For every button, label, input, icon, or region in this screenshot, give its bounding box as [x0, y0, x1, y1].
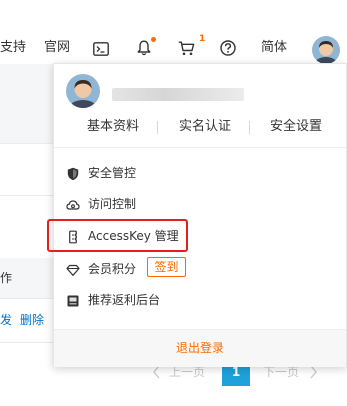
accesskey-highlight-box [47, 219, 188, 252]
profile-link[interactable]: 基本资料 [87, 119, 139, 135]
user-avatar[interactable] [312, 36, 340, 64]
menu-item-member-points[interactable]: 会员积分 [54, 257, 346, 281]
nav-support-link[interactable]: 支持 [0, 40, 26, 56]
divider [0, 342, 55, 343]
user-account-dropdown: 基本资料 实名认证 安全设置 安全管控 访问控制 AccessKey 管理 会员… [53, 63, 347, 367]
terminal-icon[interactable] [93, 41, 109, 60]
menu-item-access-control[interactable]: 访问控制 [54, 192, 346, 216]
divider [0, 298, 55, 299]
menu-label: 安全管控 [88, 166, 137, 180]
notification-dot [151, 37, 156, 42]
diamond-icon [66, 262, 80, 276]
cart-icon[interactable] [178, 41, 195, 60]
username-blurred [112, 88, 244, 101]
link-separator [157, 121, 158, 134]
divider [0, 143, 55, 144]
dropdown-avatar [66, 74, 100, 108]
reward-icon [66, 293, 80, 307]
dropdown-divider [54, 147, 346, 148]
language-switch[interactable]: 简体 [261, 40, 287, 56]
menu-item-referral-rebate[interactable]: 推荐返利后台 [54, 288, 346, 312]
resend-link[interactable]: 发 [0, 313, 12, 327]
real-name-auth-link[interactable]: 实名认证 [179, 119, 231, 135]
nav-docs-link[interactable]: 官网 [44, 40, 70, 56]
top-navigation-bar: 支持 官网 1 简体 [0, 0, 347, 64]
cloud-icon [66, 197, 80, 211]
link-separator [249, 121, 250, 134]
menu-label: 推荐返利后台 [88, 293, 161, 307]
menu-item-security-control[interactable]: 安全管控 [54, 161, 346, 185]
page-banner-area [0, 64, 55, 144]
shield-icon [66, 166, 80, 181]
table-header-action: 作 [0, 271, 13, 285]
menu-label: 会员积分 [88, 262, 137, 276]
menu-label: 访问控制 [88, 197, 137, 211]
cart-count-badge: 1 [199, 34, 206, 44]
sign-in-button[interactable]: 签到 [147, 257, 186, 277]
divider [0, 195, 55, 196]
logout-bar[interactable]: 退出登录 [54, 329, 346, 367]
security-settings-link[interactable]: 安全设置 [270, 119, 322, 135]
bell-icon[interactable] [137, 40, 151, 60]
delete-link[interactable]: 删除 [20, 313, 44, 327]
logout-button[interactable]: 退出登录 [54, 340, 346, 356]
help-icon[interactable] [220, 40, 236, 60]
